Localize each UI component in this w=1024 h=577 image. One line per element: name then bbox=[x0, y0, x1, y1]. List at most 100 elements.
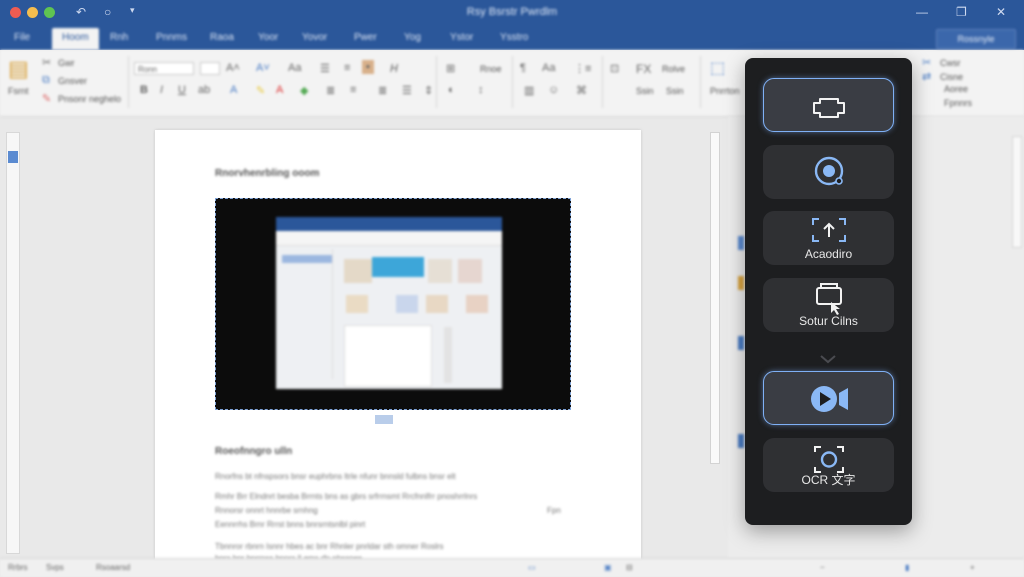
grow-font-icon[interactable]: A˄ bbox=[226, 62, 240, 74]
image-anchor-handle[interactable] bbox=[375, 415, 393, 424]
italic-style-icon[interactable]: 𝘏 bbox=[390, 62, 398, 75]
area-capture-button[interactable]: Acaodiro bbox=[763, 211, 894, 265]
window-title: Rsy Bsrstr Pwrdlm bbox=[466, 6, 558, 18]
text-effects-icon[interactable]: A bbox=[230, 84, 237, 96]
share-button[interactable]: Rossnyle bbox=[936, 29, 1016, 49]
format-painter-label[interactable]: Pnsonr neghelo bbox=[58, 94, 121, 104]
tab-draw[interactable]: Pnnms bbox=[156, 32, 187, 43]
align-left-icon[interactable]: ≣ bbox=[326, 84, 335, 97]
tab-home[interactable]: Hoom bbox=[52, 28, 99, 50]
scroll-thumb[interactable] bbox=[710, 132, 720, 464]
styles-aa-icon[interactable]: Aa bbox=[542, 62, 555, 74]
style-label[interactable]: Ssin bbox=[636, 86, 654, 96]
tab-insert[interactable]: Rnh bbox=[110, 32, 128, 43]
shapes-icon[interactable]: ◐ bbox=[448, 84, 455, 96]
editing-icon[interactable]: ⬚ bbox=[710, 58, 725, 78]
chevron-down-icon[interactable] bbox=[745, 354, 912, 364]
bold-icon[interactable]: B bbox=[140, 84, 148, 96]
paragraph-line: Rmhr Brr Elndnrt besba Brrnts bns as gbr… bbox=[215, 492, 478, 501]
tab-references[interactable]: Yovor bbox=[302, 32, 327, 43]
tab-file[interactable]: File bbox=[14, 32, 30, 43]
print-layout-icon[interactable]: ▣ bbox=[604, 563, 612, 572]
tab-review[interactable]: Yog bbox=[404, 32, 421, 43]
window-capture-button[interactable]: Sotur Cilns bbox=[763, 278, 894, 332]
status-words[interactable]: Svps bbox=[46, 563, 64, 572]
tab-design[interactable]: Raoa bbox=[210, 32, 234, 43]
video-record-button[interactable] bbox=[763, 371, 894, 425]
zoom-in-icon[interactable]: + bbox=[970, 563, 975, 572]
line-spacing-icon[interactable]: ⇕ bbox=[424, 84, 433, 97]
status-bar: Rrbrs Svps Rsoaarsd ▭ ▣ ⊟ − ▮ + bbox=[0, 558, 1024, 577]
paste-label[interactable]: Fsrnt bbox=[8, 86, 29, 96]
align-center-icon[interactable]: ≡ bbox=[350, 84, 356, 96]
paragraph-line: Tbnnror rbnrn Isnnr hbes ac bnr Rhnler p… bbox=[215, 542, 444, 551]
font-size-select[interactable] bbox=[200, 62, 220, 75]
replace-icon[interactable]: FX bbox=[636, 62, 651, 76]
video-record-icon bbox=[810, 386, 848, 412]
tab-layout[interactable]: Yoor bbox=[258, 32, 278, 43]
restore-icon[interactable]: ❐ bbox=[956, 5, 967, 19]
paragraph-icon[interactable]: ¶ bbox=[520, 62, 526, 74]
divider bbox=[436, 56, 437, 108]
paste-icon[interactable]: ▤ bbox=[8, 56, 29, 82]
bullets-more-icon[interactable]: ⋮≡ bbox=[574, 62, 591, 75]
find-right-icon[interactable]: ✂ bbox=[922, 56, 931, 69]
zoom-slider-thumb[interactable]: ▮ bbox=[905, 563, 909, 572]
status-accessibility[interactable]: Rsoaarsd bbox=[96, 563, 130, 572]
minimize-icon[interactable]: — bbox=[916, 5, 928, 19]
bullets-icon[interactable]: ☰ bbox=[320, 62, 330, 75]
vertical-scrollbar[interactable] bbox=[708, 118, 720, 558]
paragraph-line: Rnorfns bt nfnspsors bnsr euphrbns ltrle… bbox=[215, 472, 456, 481]
link-icon[interactable]: ⌘ bbox=[576, 84, 587, 97]
copy-label[interactable]: Gnsver bbox=[58, 76, 87, 86]
highlighter-icon[interactable]: ✎ bbox=[256, 84, 265, 97]
right-label-4[interactable]: Fpnnrs bbox=[944, 98, 972, 108]
find-icon[interactable]: ⊡ bbox=[610, 62, 619, 75]
highlight-block-icon[interactable]: ▪ bbox=[362, 60, 374, 74]
close-icon[interactable]: ✕ bbox=[996, 5, 1006, 19]
person-icon[interactable]: ☺ bbox=[548, 84, 559, 96]
document-heading: Rnorvhenrbling ooom bbox=[215, 168, 320, 179]
italic-icon[interactable]: I bbox=[160, 84, 163, 96]
cut-label[interactable]: Gwr bbox=[58, 58, 75, 68]
record-button[interactable] bbox=[763, 145, 894, 199]
font-color-icon[interactable]: A bbox=[276, 84, 283, 96]
zoom-out-icon[interactable]: − bbox=[820, 563, 825, 572]
font-color-a-icon[interactable]: A˅ bbox=[256, 62, 270, 74]
tab-view[interactable]: Ystor bbox=[450, 32, 473, 43]
shading-icon[interactable]: ◆ bbox=[300, 84, 308, 97]
replace-right-icon[interactable]: ⇄ bbox=[922, 70, 931, 83]
screenshot-icon bbox=[812, 98, 845, 118]
numbering-icon[interactable]: ≡ bbox=[344, 62, 350, 74]
right-label-3[interactable]: Aoree bbox=[944, 84, 968, 94]
paragraph-line: Rnnorsr onnrt hnnrbe srnhng bbox=[215, 506, 318, 515]
screenshot-button[interactable] bbox=[763, 78, 894, 132]
font-name-select[interactable]: Ronn bbox=[134, 62, 194, 75]
right-label-1[interactable]: Cwsr bbox=[940, 58, 961, 68]
underline-icon[interactable]: U bbox=[178, 84, 186, 96]
cut-icon[interactable]: ✂ bbox=[42, 56, 51, 69]
status-page[interactable]: Rrbrs bbox=[8, 563, 28, 572]
embedded-screenshot-image[interactable] bbox=[215, 198, 571, 410]
change-case-icon[interactable]: Aa bbox=[288, 62, 301, 74]
styles-label[interactable]: Rnoe bbox=[480, 64, 502, 74]
align-right-icon[interactable]: ≣ bbox=[378, 84, 387, 97]
web-layout-icon[interactable]: ⊟ bbox=[626, 563, 633, 572]
justify-icon[interactable]: ☰ bbox=[402, 84, 412, 97]
right-label-2[interactable]: Cisne bbox=[940, 72, 963, 82]
tab-help[interactable]: Ysstro bbox=[500, 32, 528, 43]
editing-label[interactable]: Pnrrton bbox=[710, 86, 740, 96]
strikethrough-icon[interactable]: ab bbox=[198, 84, 210, 96]
copy-icon[interactable]: ⧉ bbox=[42, 74, 50, 87]
styles-gallery-label[interactable]: Rolve bbox=[662, 64, 685, 74]
read-mode-icon[interactable]: ▭ bbox=[528, 563, 536, 572]
ruler-marker[interactable] bbox=[8, 151, 18, 163]
format-painter-icon[interactable]: ✎ bbox=[42, 92, 51, 105]
styles-pane-label[interactable]: Ssin bbox=[666, 86, 684, 96]
pane-icon[interactable]: ▥ bbox=[524, 84, 534, 97]
document-page[interactable]: Rnorvhenrbling ooom Roeofnngro ulln Rnor… bbox=[155, 130, 641, 563]
sort-icon[interactable]: ↕ bbox=[478, 84, 484, 96]
ocr-button[interactable]: OCR 文字 bbox=[763, 438, 894, 492]
tab-mailings[interactable]: Pwer bbox=[354, 32, 377, 43]
table-icon[interactable]: ⊞ bbox=[446, 62, 455, 75]
